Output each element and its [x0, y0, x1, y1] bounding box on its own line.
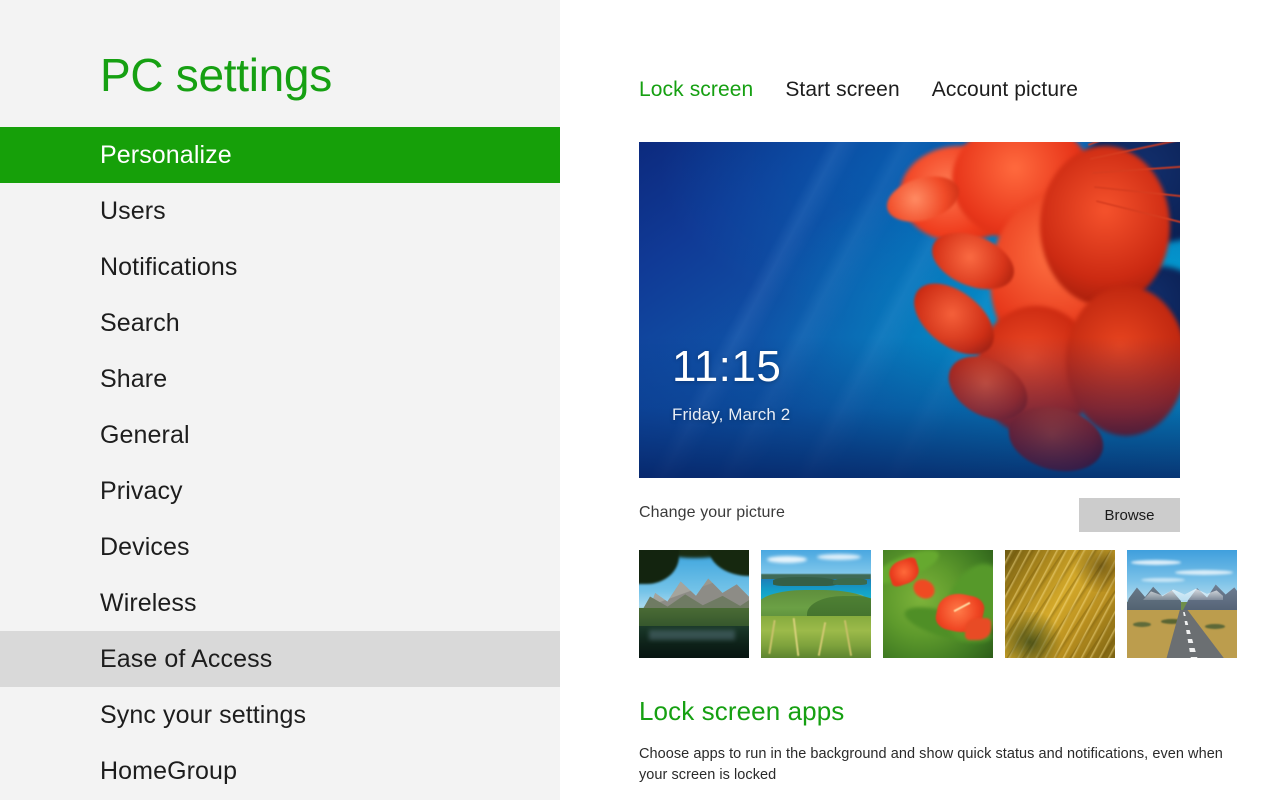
red-flowers-thumbnail[interactable] — [883, 550, 993, 658]
sidebar-item-label: General — [100, 421, 190, 450]
sidebar-item-label: Privacy — [100, 477, 183, 506]
settings-sidebar: PC settings Personalize Users Notificati… — [0, 0, 560, 800]
sidebar-item-label: Personalize — [100, 141, 232, 170]
sidebar-item-search[interactable]: Search — [0, 295, 560, 351]
lock-screen-date: Friday, March 2 — [672, 405, 790, 425]
tab-account-picture[interactable]: Account picture — [932, 78, 1078, 102]
sidebar-item-label: HomeGroup — [100, 757, 237, 786]
personalize-tabs: Lock screen Start screen Account picture — [639, 78, 1110, 102]
lock-screen-clock: 11:15 — [672, 345, 781, 389]
sidebar-item-sync-your-settings[interactable]: Sync your settings — [0, 687, 560, 743]
sidebar-item-general[interactable]: General — [0, 407, 560, 463]
sidebar-item-share[interactable]: Share — [0, 351, 560, 407]
sidebar-item-label: Share — [100, 365, 167, 394]
tab-lock-screen[interactable]: Lock screen — [639, 78, 753, 102]
sidebar-item-label: Devices — [100, 533, 190, 562]
wallpaper-thumbnail-list — [639, 550, 1237, 658]
lock-screen-preview[interactable]: 11:15 Friday, March 2 — [639, 142, 1180, 478]
sidebar-item-ease-of-access[interactable]: Ease of Access — [0, 631, 560, 687]
sidebar-item-homegroup[interactable]: HomeGroup — [0, 743, 560, 799]
lock-screen-apps-heading: Lock screen apps — [639, 696, 844, 727]
lock-screen-apps-description: Choose apps to run in the background and… — [639, 744, 1249, 786]
settings-nav-list: Personalize Users Notifications Search S… — [0, 127, 560, 799]
change-picture-label: Change your picture — [639, 504, 785, 522]
sidebar-item-privacy[interactable]: Privacy — [0, 463, 560, 519]
sidebar-item-personalize[interactable]: Personalize — [0, 127, 560, 183]
tab-start-screen[interactable]: Start screen — [785, 78, 899, 102]
mountain-road-thumbnail[interactable] — [1127, 550, 1237, 658]
sidebar-item-label: Ease of Access — [100, 645, 272, 674]
sidebar-item-notifications[interactable]: Notifications — [0, 239, 560, 295]
sidebar-item-users[interactable]: Users — [0, 183, 560, 239]
settings-content-pane: Lock screen Start screen Account picture — [560, 0, 1280, 800]
mountain-lake-thumbnail[interactable] — [639, 550, 749, 658]
change-picture-row: Change your picture Browse — [639, 498, 1180, 532]
sidebar-item-label: Users — [100, 197, 166, 226]
sidebar-item-wireless[interactable]: Wireless — [0, 575, 560, 631]
sidebar-item-label: Sync your settings — [100, 701, 306, 730]
sidebar-item-label: Wireless — [100, 589, 197, 618]
page-title: PC settings — [100, 52, 332, 98]
sidebar-item-devices[interactable]: Devices — [0, 519, 560, 575]
browse-button[interactable]: Browse — [1079, 498, 1180, 532]
sidebar-item-label: Notifications — [100, 253, 237, 282]
island-coast-thumbnail[interactable] — [761, 550, 871, 658]
golden-grass-thumbnail[interactable] — [1005, 550, 1115, 658]
pc-settings-app: PC settings Personalize Users Notificati… — [0, 0, 1280, 800]
sidebar-item-label: Search — [100, 309, 180, 338]
